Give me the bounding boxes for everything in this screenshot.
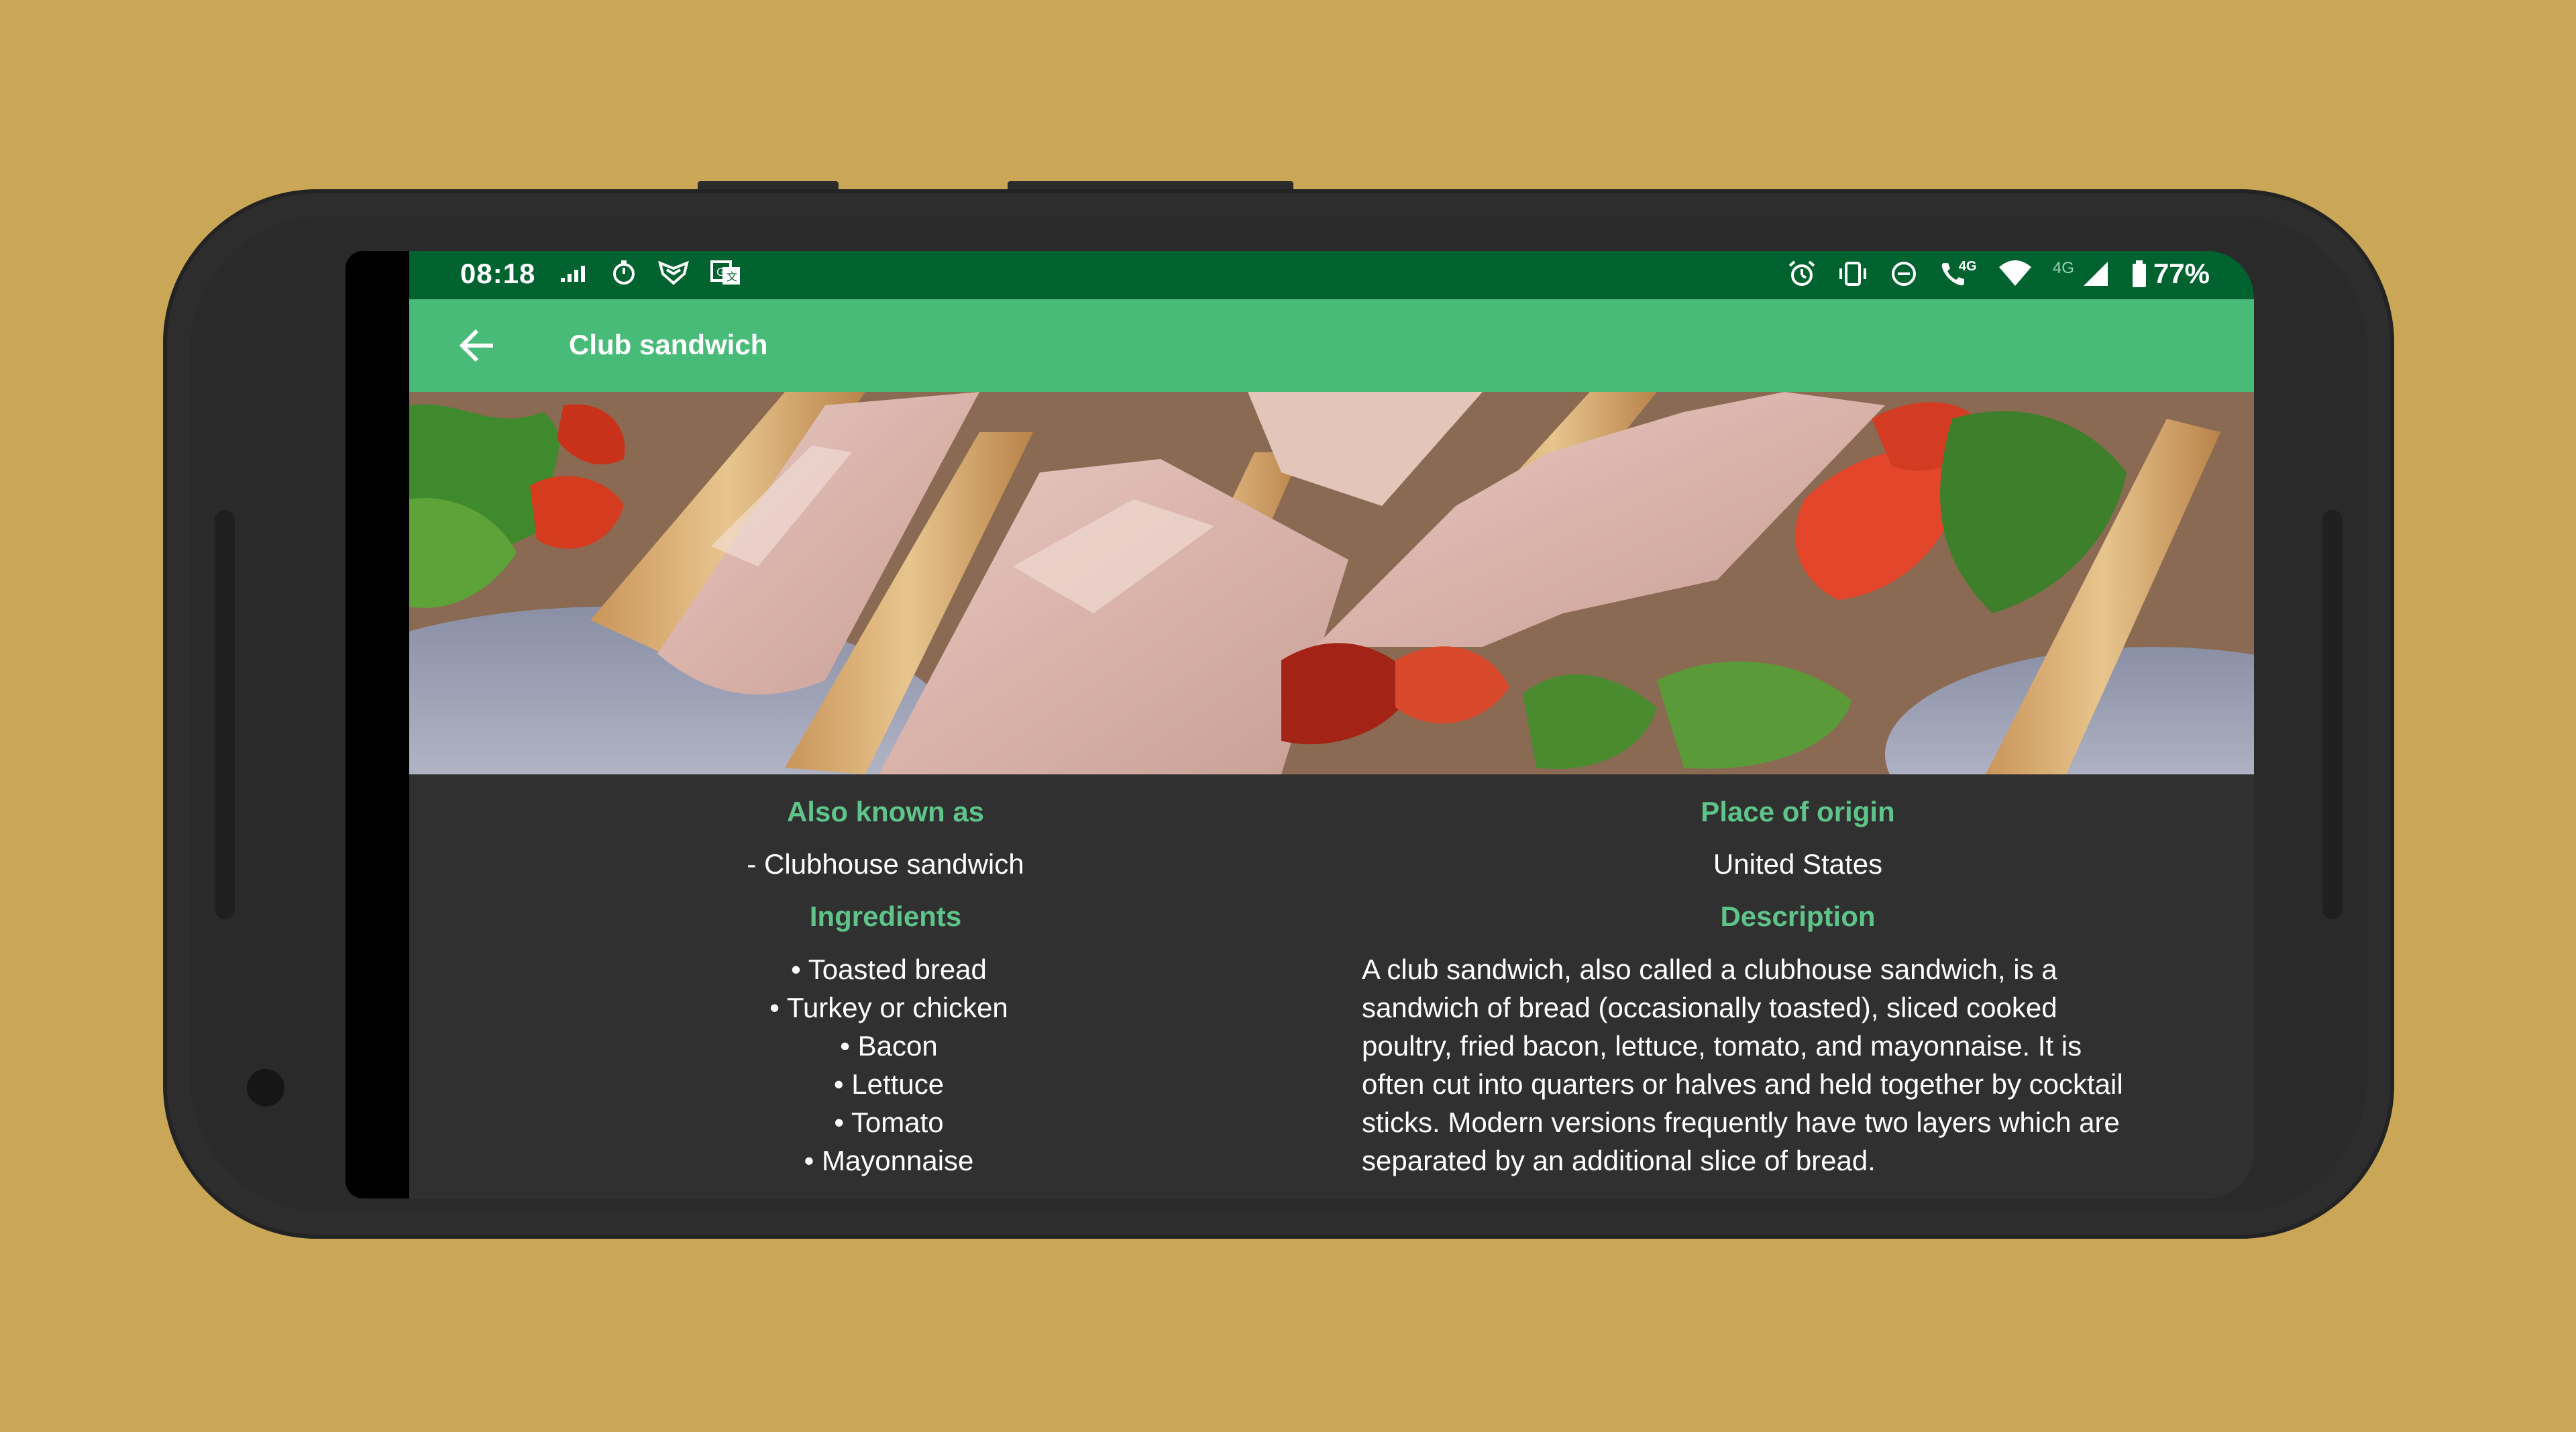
- ingredients-list: • Toasted bread • Turkey or chicken • Ba…: [409, 950, 1368, 1180]
- network-type-label: 4G: [2052, 259, 2074, 277]
- back-button[interactable]: [451, 319, 503, 372]
- svg-text:文: 文: [727, 270, 737, 283]
- sandwich-photo: [409, 392, 2254, 774]
- description-line: sandwich of bread (occasionally toasted)…: [1362, 992, 2057, 1023]
- description-heading: Description: [1720, 901, 1876, 932]
- also-known-as-heading: Also known as: [786, 796, 985, 827]
- status-left-icons: G 文: [558, 259, 742, 286]
- wifi-calling-icon: 4G: [1939, 259, 1978, 289]
- place-of-origin-value: United States: [1713, 848, 1883, 880]
- back-arrow-icon: [459, 329, 493, 362]
- shield-badge-icon: [658, 260, 689, 285]
- description-line: often cut into quarters or halves and he…: [1362, 1068, 2123, 1100]
- ingredient-item: • Lettuce: [833, 1068, 945, 1100]
- ingredient-item: • Tomato: [834, 1107, 944, 1138]
- app-toolbar: Club sandwich: [409, 299, 2254, 392]
- description-text: A club sandwich, also called a clubhouse…: [1362, 950, 2234, 1180]
- alarm-icon: [1788, 260, 1815, 286]
- phone-speaker-left: [215, 510, 235, 919]
- description-line: separated by an additional slice of brea…: [1362, 1145, 1876, 1176]
- page-title: Club sandwich: [569, 329, 768, 360]
- phone-speaker-right: [2322, 510, 2343, 919]
- description-line: A club sandwich, also called a clubhouse…: [1362, 954, 2057, 985]
- background: 08:18 G 文 4G 4G 77% Club sandwich Also k…: [0, 0, 2576, 1432]
- ingredients-heading: Ingredients: [809, 901, 962, 932]
- status-time: 08:18: [460, 258, 536, 289]
- signal-bars-icon: [561, 266, 585, 282]
- phone-screen: 08:18 G 文 4G 4G 77% Club sandwich Also k…: [345, 251, 2254, 1198]
- status-bar: 08:18 G 文 4G 4G 77%: [409, 251, 2254, 299]
- screen-cutout-strip: [345, 251, 409, 1198]
- wifi-icon: [1998, 260, 2031, 286]
- call-4g-badge: 4G: [1958, 259, 1977, 274]
- status-right-icons: 4G 4G 77%: [1787, 258, 2210, 290]
- hero-image: [409, 392, 2254, 774]
- mobile-signal-icon: [2083, 262, 2108, 286]
- do-not-disturb-icon: [1891, 262, 1916, 286]
- place-of-origin-heading: Place of origin: [1701, 796, 1895, 827]
- translate-icon: G 文: [710, 260, 740, 285]
- stopwatch-icon: [613, 260, 635, 285]
- battery-icon: [2132, 260, 2146, 287]
- phone-camera: [247, 1069, 284, 1107]
- details-section: Also known as - Clubhouse sandwich Ingre…: [409, 774, 2254, 1198]
- ingredient-item: • Bacon: [840, 1030, 938, 1062]
- battery-status: 77%: [2131, 258, 2210, 290]
- ingredient-item: • Toasted bread: [791, 954, 987, 985]
- ingredient-item: • Turkey or chicken: [769, 992, 1008, 1023]
- description-line: sticks. Modern versions frequently have …: [1362, 1107, 2120, 1138]
- app-window: 08:18 G 文 4G 4G 77% Club sandwich Also k…: [409, 251, 2254, 1198]
- description-line: poultry, fried bacon, lettuce, tomato, a…: [1362, 1030, 2082, 1062]
- vibrate-icon: [1839, 262, 1866, 286]
- ingredient-item: • Mayonnaise: [804, 1145, 974, 1176]
- also-known-as-value: - Clubhouse sandwich: [747, 848, 1024, 880]
- battery-percentage: 77%: [2153, 258, 2210, 289]
- svg-text:G: G: [716, 266, 724, 278]
